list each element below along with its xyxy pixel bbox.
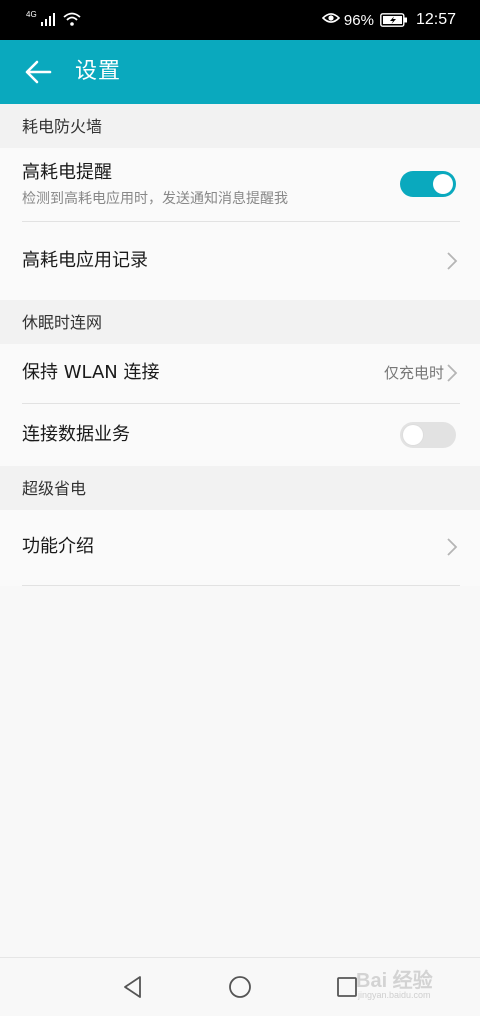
- high-power-alert-title: 高耗电提醒: [22, 162, 112, 183]
- section-header-label: 超级省电: [22, 479, 87, 498]
- battery-percent: 96%: [343, 11, 374, 29]
- section-header-label: 休眠时连网: [22, 313, 103, 332]
- high-power-alert-row[interactable]: 高耗电提醒 检测到高耗电应用时，发送通知消息提醒我: [0, 148, 480, 222]
- status-bar: 4G 96% 12:57: [0, 0, 480, 40]
- signal-icon: [40, 11, 57, 30]
- toggle-knob: [403, 425, 423, 445]
- mobile-data-row[interactable]: 连接数据业务: [0, 404, 480, 466]
- keep-wlan-title: 保持 WLAN 连接: [22, 362, 160, 383]
- clock: 12:57: [415, 11, 456, 28]
- watermark-url: jingyan.baidu.com: [358, 990, 431, 1000]
- back-button[interactable]: [20, 54, 56, 90]
- page-title: 设置: [75, 59, 122, 84]
- high-power-records-title: 高耗电应用记录: [22, 250, 148, 271]
- high-power-alert-subtitle: 检测到高耗电应用时，发送通知消息提醒我: [22, 191, 288, 207]
- chevron-right-icon: [447, 364, 458, 382]
- feature-intro-row[interactable]: 功能介绍: [0, 510, 480, 586]
- mobile-data-toggle[interactable]: [400, 422, 456, 448]
- status-left: 4G: [26, 10, 81, 30]
- baidu-watermark: Bai 经验 jingyan.baidu.com: [356, 958, 466, 1008]
- eye-comfort-icon: [321, 11, 341, 29]
- home-circle-icon[interactable]: [225, 972, 255, 1002]
- battery-charging-icon: [380, 13, 408, 27]
- keep-wlan-value: 仅充电时: [383, 364, 444, 382]
- feature-intro-title: 功能介绍: [22, 536, 94, 557]
- network-type-label: 4G: [26, 9, 37, 19]
- high-power-alert-toggle[interactable]: [400, 171, 456, 197]
- section-header-label: 耗电防火墙: [22, 117, 103, 136]
- chevron-right-icon: [447, 252, 458, 270]
- mobile-data-title: 连接数据业务: [22, 424, 130, 445]
- chevron-right-icon: [447, 538, 458, 556]
- divider: [22, 585, 460, 586]
- watermark-logo: Bai 经验: [356, 970, 433, 992]
- app-bar: 设置: [0, 40, 480, 104]
- section-header-super-saving: 超级省电: [0, 466, 480, 510]
- arrow-left-icon: [25, 60, 52, 84]
- wifi-icon: [63, 11, 81, 30]
- status-right: 96% 12:57: [321, 9, 456, 31]
- section-header-sleep-network: 休眠时连网: [0, 300, 480, 344]
- toggle-knob: [433, 174, 453, 194]
- keep-wlan-row[interactable]: 保持 WLAN 连接 仅充电时: [0, 344, 480, 404]
- section-header-power-firewall: 耗电防火墙: [0, 104, 480, 148]
- back-triangle-icon[interactable]: [118, 972, 148, 1002]
- high-power-records-row[interactable]: 高耗电应用记录: [0, 222, 480, 300]
